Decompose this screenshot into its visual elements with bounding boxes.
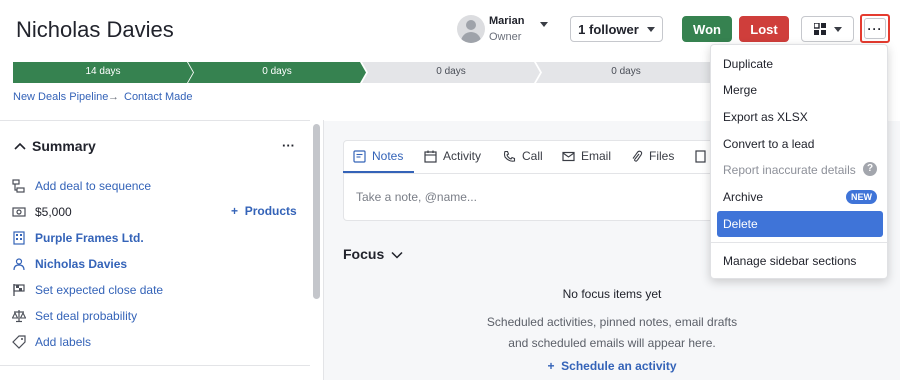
divider: [343, 173, 723, 174]
empty-line: Scheduled activities, pinned notes, emai…: [486, 315, 738, 329]
view-switch-button[interactable]: [801, 16, 854, 42]
add-labels-link[interactable]: Add labels: [35, 335, 91, 349]
menu-item-manage-sidebar[interactable]: Manage sidebar sections: [717, 248, 883, 274]
more-actions-button[interactable]: ···: [860, 14, 890, 43]
divider: [711, 242, 887, 243]
more-actions-menu: Duplicate Merge Export as XLSX Convert t…: [710, 44, 888, 279]
sequence-icon: [12, 179, 26, 193]
tag-icon: [12, 335, 26, 349]
schedule-activity-button[interactable]: + Schedule an activity: [324, 359, 900, 373]
set-probability-link[interactable]: Set deal probability: [35, 309, 137, 323]
tab-label: Email: [581, 149, 612, 163]
person-link[interactable]: Nicholas Davies: [35, 257, 127, 271]
tab-label: Notes: [372, 149, 404, 163]
menu-item-label: Archive: [723, 190, 764, 204]
stage-label: 0 days: [611, 66, 641, 77]
owner-caret-icon[interactable]: [540, 22, 548, 27]
person-icon: [12, 257, 26, 271]
new-badge: NEW: [846, 190, 877, 204]
notes-icon: [353, 149, 366, 163]
focus-title: Focus: [343, 246, 385, 262]
owner-role: Owner: [489, 31, 522, 43]
tab-notes[interactable]: Notes: [353, 149, 403, 163]
page-title: Nicholas Davies: [16, 17, 174, 42]
note-input[interactable]: Take a note, @name...: [356, 190, 477, 204]
follower-label: 1 follower: [578, 21, 639, 37]
tab-label: Files: [649, 149, 675, 163]
products-label: Products: [244, 204, 297, 218]
stage-label: 14 days: [85, 66, 121, 77]
calendar-icon: [424, 150, 437, 163]
tab-label: Activity: [443, 149, 482, 163]
menu-item-archive[interactable]: Archive NEW: [717, 184, 883, 210]
flag-icon: [12, 283, 26, 297]
paperclip-icon: [632, 150, 643, 162]
document-icon[interactable]: [695, 150, 706, 166]
tab-call[interactable]: Call: [503, 149, 543, 163]
tab-activity[interactable]: Activity: [424, 149, 481, 163]
sidebar-scrollbar[interactable]: [313, 124, 320, 299]
set-close-date-link[interactable]: Set expected close date: [35, 283, 163, 297]
more-icon: ···: [864, 18, 886, 39]
add-products-button[interactable]: + Products: [231, 204, 297, 218]
follower-button[interactable]: 1 follower: [570, 16, 663, 42]
menu-item-convert-to-lead[interactable]: Convert to a lead: [717, 131, 883, 157]
pipeline-stage-3[interactable]: 0 days: [362, 62, 540, 83]
menu-item-delete[interactable]: Delete: [717, 211, 883, 237]
focus-toggle[interactable]: Focus: [343, 246, 403, 262]
help-icon[interactable]: ?: [863, 162, 877, 176]
stage-label: 0 days: [262, 66, 292, 77]
breadcrumb-pipeline[interactable]: New Deals Pipeline: [13, 91, 108, 103]
envelope-icon: [562, 151, 575, 161]
menu-item-report-inaccurate: Report inaccurate details ?: [717, 157, 883, 183]
menu-item-label: Report inaccurate details: [723, 163, 856, 177]
pipeline-stage-2[interactable]: 0 days: [188, 62, 366, 83]
summary-more-button[interactable]: ···: [282, 138, 295, 153]
won-button[interactable]: Won: [682, 16, 732, 42]
deal-value[interactable]: $5,000: [35, 205, 72, 219]
chevron-up-icon[interactable]: [14, 140, 26, 154]
empty-description: Scheduled activities, pinned notes, emai…: [324, 312, 900, 354]
lost-button[interactable]: Lost: [739, 16, 789, 42]
tab-email[interactable]: Email: [562, 149, 611, 163]
menu-item-merge[interactable]: Merge: [717, 77, 883, 103]
building-icon: [12, 231, 26, 245]
empty-title: No focus items yet: [562, 287, 662, 301]
pipeline-stage-1[interactable]: 14 days: [13, 62, 193, 83]
breadcrumb-stage[interactable]: Contact Made: [124, 91, 192, 103]
summary-title[interactable]: Summary: [32, 138, 96, 154]
chevron-down-icon: [391, 251, 403, 259]
grid-icon: [813, 23, 826, 35]
divider: [0, 120, 310, 121]
stage-label: 0 days: [436, 66, 466, 77]
empty-line: and scheduled emails will appear here.: [508, 336, 716, 350]
breadcrumb-separator: →: [108, 91, 119, 103]
divider: [0, 365, 310, 366]
avatar[interactable]: [457, 15, 485, 43]
chevron-down-icon: [833, 26, 842, 32]
tab-files[interactable]: Files: [630, 149, 674, 163]
menu-item-export-xlsx[interactable]: Export as XLSX: [717, 104, 883, 130]
menu-item-duplicate[interactable]: Duplicate: [717, 51, 883, 77]
owner-name[interactable]: Marian: [489, 15, 524, 27]
phone-icon: [503, 150, 516, 162]
schedule-label: Schedule an activity: [561, 359, 677, 373]
tab-label: Call: [522, 149, 543, 163]
add-to-sequence-link[interactable]: Add deal to sequence: [35, 179, 151, 193]
organization-link[interactable]: Purple Frames Ltd.: [35, 231, 144, 245]
money-icon: [12, 205, 26, 219]
scale-icon: [11, 309, 27, 323]
chevron-down-icon: [646, 26, 655, 32]
pipeline-stage-4[interactable]: 0 days: [536, 62, 716, 83]
